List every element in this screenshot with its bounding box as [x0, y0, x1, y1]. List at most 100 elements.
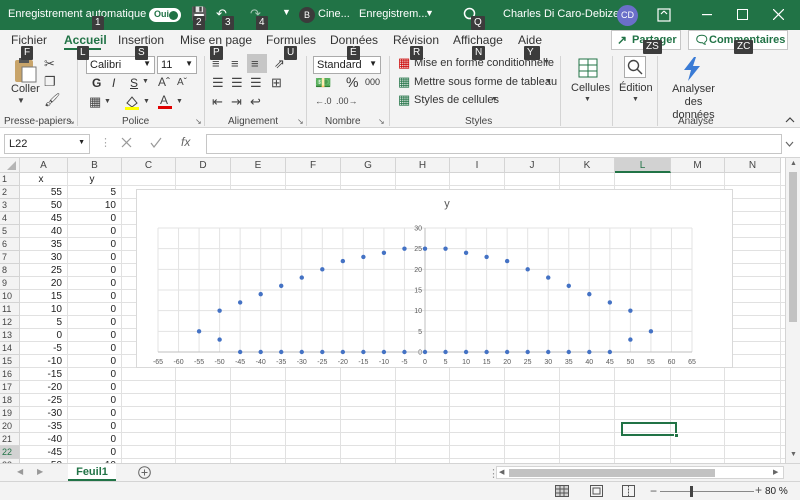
row-header[interactable]: 22: [0, 446, 20, 459]
row-header[interactable]: 6: [0, 238, 20, 251]
copy-icon[interactable]: ❐: [44, 74, 56, 90]
editing-button[interactable]: Édition: [619, 82, 653, 94]
table-cell[interactable]: 0: [68, 407, 116, 420]
table-cell[interactable]: 5: [20, 316, 62, 329]
column-header[interactable]: M: [671, 158, 725, 173]
next-sheet-icon[interactable]: ▶: [37, 467, 43, 476]
scrollbar-thumb[interactable]: [789, 172, 797, 322]
prev-sheet-icon[interactable]: ◀: [17, 467, 23, 476]
row-header[interactable]: 17: [0, 381, 20, 394]
cancel-icon[interactable]: [121, 137, 132, 148]
table-cell[interactable]: 5: [68, 186, 116, 199]
scatter-chart[interactable]: -65 -60 -55 -50 -45 -40 -35 -30 -25 -20 -15 -10 -5 0 5…: [136, 189, 733, 368]
increase-indent-icon[interactable]: ⇥: [231, 94, 242, 110]
table-cell[interactable]: 0: [68, 368, 116, 381]
expand-formula-icon[interactable]: [785, 141, 794, 147]
row-header[interactable]: 14: [0, 342, 20, 355]
tab-donnees[interactable]: Données: [330, 33, 378, 47]
page-layout-icon[interactable]: [590, 485, 603, 497]
table-cell[interactable]: 0: [68, 329, 116, 342]
chevron-down-icon[interactable]: ▼: [584, 96, 591, 103]
table-cell[interactable]: 50: [20, 199, 62, 212]
thousands-button[interactable]: 000: [365, 77, 380, 87]
wrap-text-icon[interactable]: ↩: [250, 94, 261, 110]
align-left-icon[interactable]: ☰: [212, 75, 224, 91]
table-cell[interactable]: 0: [68, 381, 116, 394]
merge-center-icon[interactable]: ⊞: [271, 75, 282, 91]
horizontal-scrollbar[interactable]: ◀ ▶: [496, 466, 784, 479]
row-header[interactable]: 2: [0, 186, 20, 199]
tab-fichier[interactable]: Fichier: [11, 33, 47, 47]
column-header[interactable]: H: [396, 158, 450, 173]
column-header[interactable]: I: [450, 158, 505, 173]
table-cell[interactable]: -25: [20, 394, 62, 407]
row-header[interactable]: 11: [0, 303, 20, 316]
column-header[interactable]: K: [560, 158, 615, 173]
underline-button[interactable]: S: [130, 76, 138, 90]
table-cell[interactable]: 0: [68, 394, 116, 407]
column-header[interactable]: A: [20, 158, 68, 173]
decrease-decimal-icon[interactable]: .00→: [336, 96, 358, 106]
scroll-up-icon[interactable]: ▲: [790, 160, 797, 167]
user-name[interactable]: Charles Di Caro-Debizet: [503, 8, 622, 20]
table-cell[interactable]: 0: [68, 342, 116, 355]
font-size-combo[interactable]: 11 ▼: [157, 56, 197, 74]
italic-button[interactable]: I: [112, 76, 115, 90]
zoom-in-icon[interactable]: +: [755, 483, 762, 497]
name-box[interactable]: L22 ▼: [4, 134, 90, 154]
select-all-corner[interactable]: [0, 158, 20, 173]
tab-insertion[interactable]: Insertion: [118, 33, 164, 47]
collapse-ribbon-icon[interactable]: [785, 116, 795, 124]
format-table-button[interactable]: Mettre sous forme de tableau: [414, 76, 557, 88]
row-header[interactable]: 16: [0, 368, 20, 381]
scroll-down-icon[interactable]: ▼: [790, 451, 797, 458]
align-middle-icon[interactable]: ≡: [231, 56, 239, 71]
search-icon[interactable]: [624, 56, 646, 78]
table-cell[interactable]: 25: [20, 264, 62, 277]
font-launcher-icon[interactable]: ↘: [195, 117, 202, 126]
align-center-icon[interactable]: ☰: [231, 75, 243, 91]
maximize-icon[interactable]: [737, 9, 748, 20]
table-cell[interactable]: 0: [68, 238, 116, 251]
table-cell[interactable]: 0: [68, 355, 116, 368]
chevron-down-icon[interactable]: ▼: [491, 96, 498, 103]
close-icon[interactable]: [773, 9, 784, 20]
row-header[interactable]: 19: [0, 407, 20, 420]
zoom-slider-thumb[interactable]: [690, 486, 693, 497]
align-right-icon[interactable]: ☰: [250, 75, 262, 91]
paste-label[interactable]: Coller: [11, 83, 40, 95]
table-cell[interactable]: -15: [20, 368, 62, 381]
tab-aide[interactable]: Aide: [518, 33, 542, 47]
clipboard-launcher-icon[interactable]: ↘: [68, 117, 75, 126]
tab-formules[interactable]: Formules: [266, 33, 316, 47]
row-header[interactable]: 12: [0, 316, 20, 329]
table-cell[interactable]: -45: [20, 446, 62, 459]
tab-revision[interactable]: Révision: [393, 33, 439, 47]
table-cell[interactable]: 45: [20, 212, 62, 225]
table-cell[interactable]: 20: [20, 277, 62, 290]
table-cell[interactable]: 0: [68, 225, 116, 238]
table-cell[interactable]: 0: [68, 290, 116, 303]
table-cell[interactable]: 10: [20, 303, 62, 316]
analyze-data-icon[interactable]: [680, 56, 704, 82]
fill-handle[interactable]: [674, 433, 679, 438]
table-cell[interactable]: 15: [20, 290, 62, 303]
column-header[interactable]: E: [231, 158, 286, 173]
chevron-down-icon[interactable]: ▼: [425, 8, 434, 18]
row-header[interactable]: 5: [0, 225, 20, 238]
row-header[interactable]: 13: [0, 329, 20, 342]
chevron-down-icon[interactable]: ▼: [176, 98, 183, 105]
paste-icon[interactable]: [10, 56, 38, 84]
table-cell[interactable]: -30: [20, 407, 62, 420]
decrease-font-icon[interactable]: Aˇ: [177, 77, 187, 88]
percent-button[interactable]: %: [346, 74, 358, 90]
number-launcher-icon[interactable]: ↘: [378, 117, 385, 126]
row-header[interactable]: 8: [0, 264, 20, 277]
table-cell[interactable]: 0: [68, 277, 116, 290]
row-header[interactable]: 15: [0, 355, 20, 368]
column-header[interactable]: L: [615, 158, 671, 173]
document-name[interactable]: Cine...: [318, 8, 350, 20]
table-cell[interactable]: 0: [68, 212, 116, 225]
table-cell[interactable]: 0: [68, 251, 116, 264]
format-painter-icon[interactable]: 🖌: [44, 92, 61, 108]
